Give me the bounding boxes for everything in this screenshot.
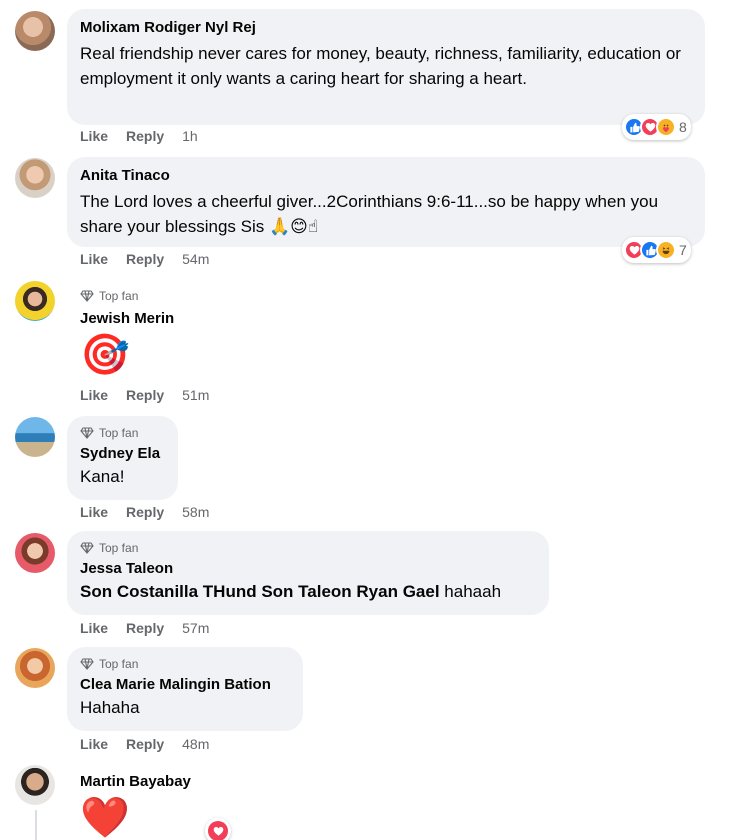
diamond-icon bbox=[80, 542, 94, 554]
reaction-summary[interactable]: 7 bbox=[622, 237, 691, 263]
comment-author[interactable]: Martin Bayabay bbox=[80, 772, 191, 792]
comment-text: The Lord loves a cheerful giver...2Corin… bbox=[80, 192, 659, 236]
reply-button[interactable]: Reply bbox=[126, 620, 164, 636]
haha-icon bbox=[656, 240, 676, 260]
comment-bubble: Top fan Sydney Ela Kana! bbox=[67, 416, 178, 500]
care-icon bbox=[656, 117, 676, 137]
comment-author[interactable]: Jewish Merin bbox=[80, 309, 174, 329]
like-button[interactable]: Like bbox=[80, 504, 108, 520]
top-fan-label: Top fan bbox=[99, 657, 139, 671]
reply-button[interactable]: Reply bbox=[126, 128, 164, 144]
reply-button[interactable]: Reply bbox=[126, 251, 164, 267]
avatar[interactable] bbox=[15, 11, 55, 51]
reaction-count: 7 bbox=[679, 242, 687, 258]
comment-timestamp[interactable]: 1h bbox=[182, 128, 198, 144]
comment-bubble: Anita Tinaco The Lord loves a cheerful g… bbox=[67, 157, 705, 247]
comment-actions: Like Reply 54m bbox=[80, 251, 209, 267]
reply-button[interactable]: Reply bbox=[126, 504, 164, 520]
comment-timestamp[interactable]: 58m bbox=[182, 504, 209, 520]
reply-button[interactable]: Reply bbox=[126, 736, 164, 752]
comment-author[interactable]: Molixam Rodiger Nyl Rej bbox=[80, 18, 692, 38]
comment-emoji: ❤️ bbox=[80, 796, 130, 840]
comment-text: Real friendship never cares for money, b… bbox=[80, 44, 681, 88]
comment-actions: Like Reply 1h bbox=[80, 128, 198, 144]
comment-author[interactable]: Clea Marie Malingin Bation bbox=[80, 675, 290, 695]
like-button[interactable]: Like bbox=[80, 736, 108, 752]
diamond-icon bbox=[80, 427, 94, 439]
comment-timestamp[interactable]: 51m bbox=[182, 387, 209, 403]
comment-text: Kana! bbox=[80, 467, 125, 486]
top-fan-badge: Top fan bbox=[80, 424, 165, 442]
comment-bubble: Top fan Clea Marie Malingin Bation Hahah… bbox=[67, 647, 303, 731]
comment-emoji: 🎯 bbox=[80, 333, 130, 377]
comment-timestamp[interactable]: 48m bbox=[182, 736, 209, 752]
comment-actions: Like Reply 51m bbox=[80, 387, 209, 403]
like-button[interactable]: Like bbox=[80, 387, 108, 403]
like-button[interactable]: Like bbox=[80, 620, 108, 636]
comment-text: Son Costanilla THund Son Taleon Ryan Gae… bbox=[80, 579, 536, 604]
avatar[interactable] bbox=[15, 533, 55, 573]
avatar[interactable] bbox=[15, 281, 55, 321]
top-fan-label: Top fan bbox=[99, 289, 139, 303]
thread-line bbox=[35, 810, 37, 840]
comment-author[interactable]: Jessa Taleon bbox=[80, 559, 536, 579]
avatar[interactable] bbox=[15, 417, 55, 457]
top-fan-label: Top fan bbox=[99, 541, 139, 555]
comment-author[interactable]: Sydney Ela bbox=[80, 444, 165, 464]
comment-actions: Like Reply 57m bbox=[80, 620, 209, 636]
comment-actions: Like Reply 58m bbox=[80, 504, 209, 520]
heart-icon[interactable] bbox=[205, 818, 231, 840]
avatar[interactable] bbox=[15, 648, 55, 688]
comment-bubble: Top fan Jessa Taleon Son Costanilla THun… bbox=[67, 531, 549, 615]
reaction-summary[interactable]: 8 bbox=[622, 114, 691, 140]
comment-text-body: hahaah bbox=[444, 582, 502, 601]
reply-button[interactable]: Reply bbox=[126, 387, 164, 403]
like-button[interactable]: Like bbox=[80, 128, 108, 144]
diamond-icon bbox=[80, 658, 94, 670]
comment-bubble: Molixam Rodiger Nyl Rej Real friendship … bbox=[67, 9, 705, 125]
comment-timestamp[interactable]: 54m bbox=[182, 251, 209, 267]
avatar[interactable] bbox=[15, 765, 55, 805]
diamond-icon bbox=[80, 290, 94, 302]
top-fan-badge: Top fan bbox=[80, 539, 536, 557]
top-fan-badge: Top fan bbox=[80, 655, 290, 673]
top-fan-label: Top fan bbox=[99, 426, 139, 440]
top-fan-badge: Top fan bbox=[80, 287, 174, 305]
like-button[interactable]: Like bbox=[80, 251, 108, 267]
reaction-count: 8 bbox=[679, 119, 687, 135]
comment-actions: Like Reply 48m bbox=[80, 736, 209, 752]
comment-text: Hahaha bbox=[80, 698, 140, 717]
avatar[interactable] bbox=[15, 158, 55, 198]
mention-tags[interactable]: Son Costanilla THund Son Taleon Ryan Gae… bbox=[80, 582, 440, 601]
comment-author[interactable]: Anita Tinaco bbox=[80, 166, 692, 186]
comment-timestamp[interactable]: 57m bbox=[182, 620, 209, 636]
